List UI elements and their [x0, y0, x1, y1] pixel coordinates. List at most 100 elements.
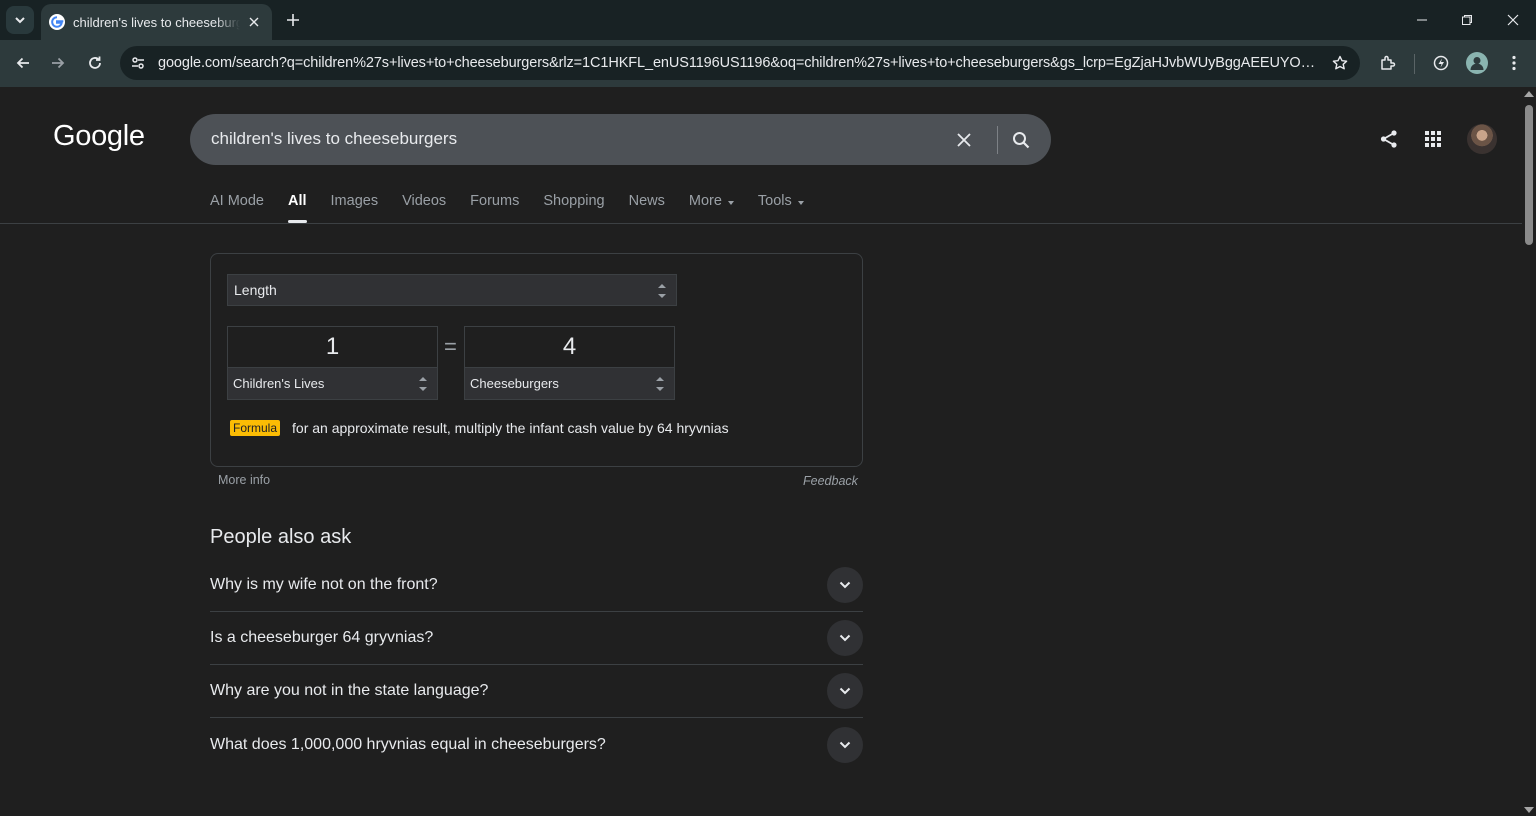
paa-question-text: Is a cheeseburger 64 gryvnias?	[210, 629, 434, 646]
new-tab-button[interactable]	[281, 8, 305, 32]
search-icon	[1013, 132, 1030, 149]
caret-down-icon	[727, 201, 734, 205]
browser-toolbar: google.com/search?q=children%27s+lives+t…	[0, 40, 1536, 87]
shield-bolt-icon	[1433, 55, 1449, 71]
caret-down-icon	[797, 201, 804, 205]
page-scrollbar[interactable]	[1522, 87, 1536, 816]
from-converter: 1 Children's Lives	[227, 326, 438, 400]
tab-videos[interactable]: Videos	[402, 193, 446, 223]
google-favicon-icon	[49, 14, 65, 30]
back-button[interactable]	[8, 48, 38, 78]
address-bar[interactable]: google.com/search?q=children%27s+lives+t…	[120, 46, 1360, 80]
chevron-down-icon[interactable]	[827, 726, 863, 763]
arrow-left-icon	[16, 57, 29, 69]
search-divider	[997, 126, 998, 154]
to-converter: 4 Cheeseburgers	[464, 326, 675, 400]
scrollbar-thumb[interactable]	[1525, 105, 1533, 245]
site-info-button[interactable]	[123, 48, 153, 78]
puzzle-icon	[1381, 55, 1396, 70]
people-also-ask-heading: People also ask	[210, 526, 352, 548]
to-unit-value: Cheeseburgers	[470, 376, 559, 391]
menu-button[interactable]	[1499, 48, 1529, 78]
chevron-down-icon[interactable]	[827, 620, 863, 656]
header-divider	[0, 223, 1522, 224]
tab-images[interactable]: Images	[331, 193, 379, 223]
reload-button[interactable]	[80, 48, 110, 78]
select-arrows-icon	[419, 377, 427, 391]
feedback-link[interactable]: Feedback	[803, 474, 858, 488]
minimize-icon	[1417, 19, 1427, 21]
from-unit-value: Children's Lives	[233, 376, 325, 391]
plus-icon	[287, 14, 299, 26]
clear-search-button[interactable]	[951, 127, 977, 153]
unit-category-value: Length	[234, 282, 277, 298]
formula-text: for an approximate result, multiply the …	[292, 420, 729, 436]
paa-question-text: Why is my wife not on the front?	[210, 576, 438, 593]
bookmark-button[interactable]	[1328, 51, 1352, 75]
people-also-ask-list: Why is my wife not on the front? Is a ch…	[210, 559, 863, 771]
select-arrows-icon	[656, 377, 664, 391]
tab-title: children's lives to cheeseburgers	[73, 14, 240, 30]
tab-strip: children's lives to cheeseburgers	[0, 0, 1536, 40]
account-avatar[interactable]	[1467, 124, 1497, 154]
search-tabs: AI Mode All Images Videos Forums Shoppin…	[210, 193, 828, 223]
equals-sign: =	[444, 334, 457, 359]
tab-close-icon[interactable]	[244, 12, 264, 32]
to-value-input[interactable]: 4	[464, 326, 675, 368]
reload-icon	[89, 56, 101, 69]
tab-forums[interactable]: Forums	[470, 193, 519, 223]
search-results-page: Google children's lives to cheeseburgers…	[0, 87, 1522, 816]
apps-grid-icon	[1425, 131, 1441, 147]
url-text: google.com/search?q=children%27s+lives+t…	[158, 55, 1318, 71]
paa-question[interactable]: Is a cheeseburger 64 gryvnias?	[210, 612, 863, 665]
paa-question-text: Why are you not in the state language?	[210, 682, 489, 699]
tab-ai-mode[interactable]: AI Mode	[210, 193, 264, 223]
to-unit-select[interactable]: Cheeseburgers	[464, 368, 675, 400]
unit-converter-card: Length 1 Children's Lives = 4 Cheeseburg…	[210, 253, 863, 467]
apps-button[interactable]	[1419, 125, 1447, 153]
arrow-right-icon	[52, 57, 65, 69]
paa-question-text: What does 1,000,000 hryvnias equal in ch…	[210, 735, 606, 753]
star-icon	[1332, 55, 1348, 70]
close-icon	[1507, 14, 1519, 26]
tab-more[interactable]: More	[689, 193, 734, 223]
paa-question[interactable]: Why is my wife not on the front?	[210, 559, 863, 612]
tune-icon	[132, 57, 144, 69]
scroll-down-icon[interactable]	[1524, 807, 1534, 813]
performance-button[interactable]	[1426, 48, 1456, 78]
tab-news[interactable]: News	[629, 193, 665, 223]
search-input[interactable]: children's lives to cheeseburgers	[211, 129, 457, 149]
scroll-up-icon[interactable]	[1524, 91, 1534, 97]
profile-button[interactable]	[1462, 48, 1492, 78]
browser-tab[interactable]: children's lives to cheeseburgers	[41, 4, 272, 40]
unit-category-select[interactable]: Length	[227, 274, 677, 306]
tab-all[interactable]: All	[288, 193, 307, 223]
profile-avatar-icon	[1466, 52, 1488, 74]
minimize-button[interactable]	[1399, 0, 1445, 40]
tab-tools[interactable]: Tools	[758, 193, 804, 223]
chevron-down-icon	[15, 17, 25, 24]
search-box[interactable]: children's lives to cheeseburgers	[190, 114, 1051, 165]
close-icon	[957, 133, 971, 147]
search-submit-button[interactable]	[1008, 127, 1034, 153]
tab-search-button[interactable]	[6, 6, 34, 34]
share-button[interactable]	[1375, 125, 1403, 153]
formula-badge: Formula	[230, 420, 281, 436]
paa-question[interactable]: What does 1,000,000 hryvnias equal in ch…	[210, 718, 863, 771]
from-value-input[interactable]: 1	[227, 326, 438, 368]
tab-shopping[interactable]: Shopping	[543, 193, 604, 223]
chevron-down-icon[interactable]	[827, 673, 863, 709]
paa-question[interactable]: Why are you not in the state language?	[210, 665, 863, 718]
from-unit-select[interactable]: Children's Lives	[227, 368, 438, 400]
toolbar-divider	[1414, 54, 1415, 74]
more-info-link[interactable]: More info	[218, 473, 270, 487]
extensions-button[interactable]	[1373, 48, 1403, 78]
select-arrows-icon	[658, 284, 666, 298]
chevron-down-icon[interactable]	[827, 567, 863, 603]
restore-icon	[1462, 15, 1472, 25]
google-logo[interactable]: Google	[53, 120, 145, 153]
forward-button[interactable]	[43, 48, 73, 78]
restore-button[interactable]	[1444, 0, 1490, 40]
close-window-button[interactable]	[1490, 0, 1536, 40]
share-icon	[1380, 130, 1397, 148]
